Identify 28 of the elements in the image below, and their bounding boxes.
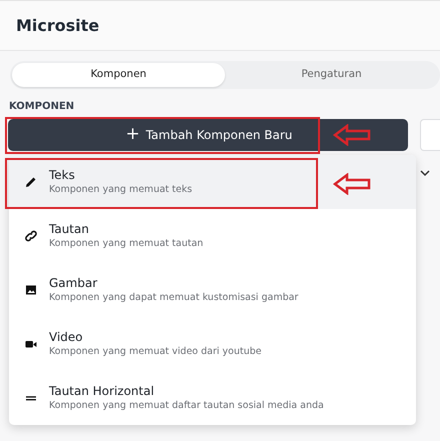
video-camera-icon (25, 338, 37, 350)
link-icon (25, 230, 37, 242)
menu-item[interactable]: Tautan Komponen yang memuat tautan (9, 209, 416, 263)
arrow-annotation (333, 124, 371, 146)
menu-item[interactable]: Teks Komponen yang memuat teks (9, 155, 416, 209)
add-component-button[interactable]: + Tambah Komponen Baru (8, 118, 408, 151)
item-description: Komponen yang memuat video dari youtube (49, 345, 262, 358)
menu-item[interactable]: Gambar Komponen yang dapat memuat kustomisasi gambar (9, 263, 416, 317)
item-title: Gambar (49, 276, 98, 292)
item-description: Komponen yang memuat teks (49, 183, 192, 196)
item-description: Komponen yang dapat memuat kustomisasi gambar (49, 291, 298, 304)
item-title: Video (49, 330, 84, 346)
menu-item[interactable]: Video Komponen yang memuat video dari youtube (9, 317, 416, 371)
menu-item[interactable]: Tautan Horizontal Komponen yang memuat daftar tautan sosial media anda (9, 371, 416, 425)
chevron-down-icon[interactable] (420, 168, 430, 177)
tab[interactable]: Komponen (12, 63, 225, 87)
page-title: Microsite (16, 14, 100, 36)
tab[interactable]: Pengaturan (225, 63, 438, 87)
plus-icon: + (126, 126, 140, 144)
arrow-annotation (333, 173, 371, 195)
item-description: Komponen yang memuat tautan (49, 237, 204, 250)
item-title: Tautan (49, 222, 90, 238)
item-description: Komponen yang memuat daftar tautan sosial media anda (49, 399, 324, 412)
item-title: Tautan Horizontal (49, 384, 156, 400)
pencil-icon (25, 176, 37, 188)
section-label: KOMPONEN (9, 100, 76, 114)
item-title: Teks (49, 168, 76, 184)
image-icon (25, 284, 37, 296)
